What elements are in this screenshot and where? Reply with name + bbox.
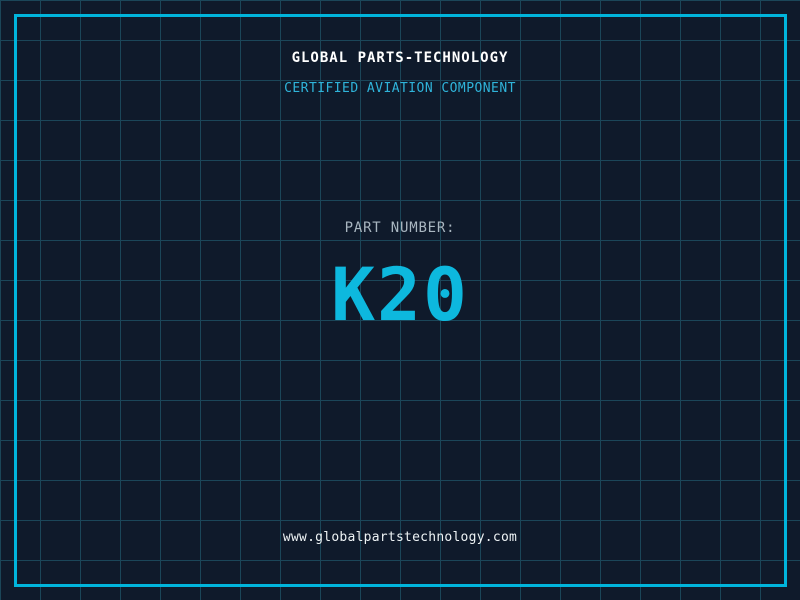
part-number-value: K20 (331, 253, 469, 338)
certification-subtitle: CERTIFIED AVIATION COMPONENT (284, 81, 516, 96)
blueprint-page: GLOBAL PARTS-TECHNOLOGY CERTIFIED AVIATI… (0, 0, 800, 600)
website-url: www.globalpartstechnology.com (282, 530, 518, 545)
part-number-label: PART NUMBER: (344, 220, 456, 236)
company-title: GLOBAL PARTS-TECHNOLOGY (291, 50, 509, 66)
